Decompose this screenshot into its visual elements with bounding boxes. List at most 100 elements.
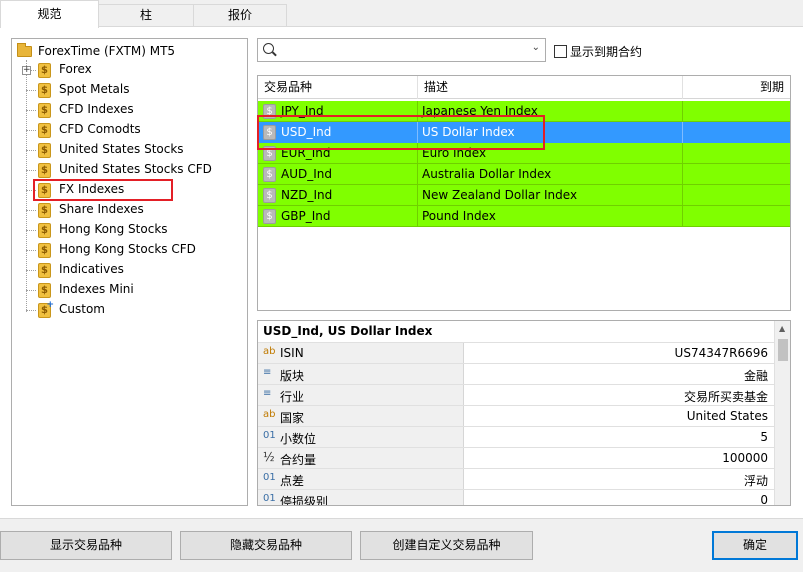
tree-item-label: Share Indexes [59,202,144,216]
table-row[interactable]: $ GBP_Ind Pound Index [258,206,790,227]
detail-name: ISIN [280,346,304,360]
text-type-icon: ab [263,346,276,357]
symbol-details-panel: USD_Ind, US Dollar Index ab ISIN US74347R… [257,320,791,506]
coin-icon: $ [38,83,51,98]
expiry-cell [683,122,790,143]
table-header: 交易品种 描述 到期 [258,76,790,99]
detail-row[interactable]: ½ 合约量 100000 [258,447,774,469]
tab-bar: 规范 柱 报价 [0,0,803,28]
ok-button[interactable]: 确定 [712,531,798,560]
coin-icon: $ [38,243,51,258]
tree-item-cfd-comodts[interactable]: $ CFD Comodts [12,120,242,140]
tree-item-indexes-mini[interactable]: $ Indexes Mini [12,280,242,300]
tree-item-us-stocks[interactable]: $ United States Stocks [12,140,242,160]
details-scrollbar[interactable]: ▲ [774,321,790,505]
list-type-icon: ≡ [263,388,272,399]
coin-icon: $ [38,63,51,78]
tree-item-label: Forex [59,62,92,76]
tree-item-cfd-indexes[interactable]: $ CFD Indexes [12,100,242,120]
detail-name: 行业 [280,390,305,404]
show-symbol-button[interactable]: 显示交易品种 [0,531,172,560]
detail-row[interactable]: 01 点差 浮动 [258,468,774,490]
list-type-icon: ≡ [263,367,272,378]
tree-item-label: Custom [59,302,105,316]
description-cell: New Zealand Dollar Index [418,185,683,206]
tree-item-hk-stocks-cfd[interactable]: $ Hong Kong Stocks CFD [12,240,242,260]
search-input[interactable] [280,41,520,59]
column-header-expiry[interactable]: 到期 [683,76,790,99]
column-header-symbol[interactable]: 交易品种 [258,76,418,99]
column-header-description[interactable]: 描述 [418,76,683,99]
text-type-icon: ab [263,409,276,420]
scroll-up-icon[interactable]: ▲ [779,324,785,333]
detail-row[interactable]: ab 国家 United States [258,405,774,427]
tree-item-label: United States Stocks [59,142,184,156]
coin-icon: $ [38,143,51,158]
detail-value: US74347R6696 [674,346,768,360]
create-custom-symbol-button[interactable]: 创建自定义交易品种 [360,531,533,560]
symbol-group-tree[interactable]: ForexTime (FXTM) MT5 + $ Forex $ Spot Me… [11,38,248,506]
checkbox[interactable] [554,45,567,58]
symbol-search[interactable]: ⌄ [257,38,546,62]
tree-item-indicatives[interactable]: $ Indicatives [12,260,242,280]
tree-item-label: CFD Comodts [59,122,141,136]
tree-item-label: Hong Kong Stocks CFD [59,242,196,256]
expand-icon[interactable]: + [22,66,31,75]
fx-indexes-highlight [33,179,173,201]
tree-item-label: Indexes Mini [59,282,134,296]
detail-value: United States [686,409,768,423]
symbol-cell: GBP_Ind [281,209,331,223]
symbol-table: 交易品种 描述 到期 $ JPY_Ind Japanese Yen Index $… [257,75,791,311]
detail-row[interactable]: ab ISIN US74347R6696 [258,342,774,364]
show-expired-label: 显示到期合约 [570,45,643,59]
detail-row[interactable]: 01 停损级别 0 [258,489,774,505]
tree-item-spot-metals[interactable]: $ Spot Metals [12,80,242,100]
tree-item-us-stocks-cfd[interactable]: $ United States Stocks CFD [12,160,242,180]
show-expired-checkbox[interactable]: 显示到期合约 [554,43,642,60]
tree-item-forex[interactable]: + $ Forex [12,60,242,80]
expiry-cell [683,185,790,206]
detail-name: 点差 [280,474,305,488]
folder-icon [17,42,32,57]
detail-row[interactable]: 01 小数位 5 [258,426,774,448]
table-row[interactable]: $ NZD_Ind New Zealand Dollar Index [258,185,790,206]
custom-coin-icon: $ + [38,300,54,318]
table-row[interactable]: $ AUD_Ind Australia Dollar Index [258,164,790,185]
tab-bars[interactable]: 柱 [98,4,194,27]
number-type-icon: 01 [263,472,276,483]
hide-symbol-button[interactable]: 隐藏交易品种 [180,531,352,560]
dollar-icon: $ [263,209,276,224]
search-icon [263,43,274,54]
details-title: USD_Ind, US Dollar Index [263,324,433,338]
detail-value: 5 [760,430,768,444]
coin-icon: $ [38,123,51,138]
tab-specification[interactable]: 规范 [0,0,99,28]
coin-icon: $ [38,163,51,178]
expiry-cell [683,206,790,227]
detail-value: 100000 [722,451,768,465]
detail-name: 小数位 [280,432,317,446]
detail-name: 版块 [280,369,305,383]
tree-item-hk-stocks[interactable]: $ Hong Kong Stocks [12,220,242,240]
dollar-icon: $ [263,188,276,203]
detail-row[interactable]: ≡ 版块 金融 [258,363,774,385]
number-type-icon: 01 [263,430,276,441]
tree-root[interactable]: ForexTime (FXTM) MT5 [17,42,175,60]
number-type-icon: 01 [263,493,276,504]
scroll-thumb[interactable] [778,339,788,361]
expiry-cell [683,164,790,185]
dollar-icon: $ [263,167,276,182]
chevron-down-icon[interactable]: ⌄ [532,42,540,53]
tab-ticks[interactable]: 报价 [193,4,287,27]
detail-value: 金融 [743,369,768,383]
detail-name: 国家 [280,411,305,425]
tree-item-share-indexes[interactable]: $ Share Indexes [12,200,242,220]
description-cell: Australia Dollar Index [418,164,683,185]
tree-item-label: Spot Metals [59,82,130,96]
detail-row[interactable]: ≡ 行业 交易所买卖基金 [258,384,774,406]
usd-ind-highlight [257,115,545,150]
tree-root-label: ForexTime (FXTM) MT5 [38,44,176,58]
tree-item-label: Hong Kong Stocks [59,222,168,236]
tree-item-custom[interactable]: $ + Custom [12,300,242,320]
coin-icon: $ [38,203,51,218]
